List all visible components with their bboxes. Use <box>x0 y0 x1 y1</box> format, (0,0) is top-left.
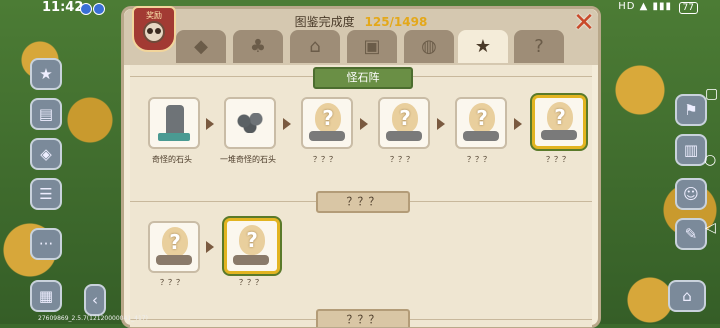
title-text: 图鉴完成度 <box>294 15 355 29</box>
collection-item-locked[interactable]: ? <box>455 97 507 149</box>
diamond-icon: ◆ <box>194 36 208 57</box>
tab-chest[interactable]: ▣ <box>347 30 397 63</box>
rocks-silhouette <box>541 130 577 140</box>
question-mark-icon: ? <box>239 225 265 255</box>
question-mark-icon: ? <box>392 103 418 133</box>
collection-item-locked[interactable]: ? <box>301 97 353 149</box>
statue-silhouette <box>233 255 269 265</box>
arrow-right-icon <box>283 118 291 130</box>
house-icon: ⌂ <box>309 36 321 57</box>
stone-base <box>158 133 190 141</box>
stone-pile-icon <box>236 113 266 133</box>
side-button-book[interactable]: ▤ <box>30 98 62 130</box>
question-mark-icon: ? <box>547 102 573 132</box>
item-caption: ？？？ <box>313 155 337 164</box>
item-caption: ？？？ <box>390 155 414 164</box>
collection-item-locked[interactable]: ? <box>378 97 430 149</box>
question-mark-icon: ? <box>315 103 341 133</box>
section-title: ？？？ <box>316 191 410 213</box>
rocks-silhouette <box>386 131 422 141</box>
question-mark-icon: ? <box>469 103 495 133</box>
reward-label: 奖励 <box>146 11 162 20</box>
page-title: 图鉴完成度 125/1498 <box>124 13 598 30</box>
build-version: 27609869_2.5.7(12120000041_417) <box>38 315 148 322</box>
star-icon: ★ <box>474 36 492 57</box>
tab-diamond[interactable]: ◆ <box>176 30 226 63</box>
arrow-right-icon <box>206 241 214 253</box>
rocks-silhouette <box>309 131 345 141</box>
tab-question[interactable]: ? <box>514 30 564 63</box>
right-button-3[interactable]: ☺ <box>675 178 707 210</box>
rocks-silhouette <box>463 131 499 141</box>
panel-header: 图鉴完成度 125/1498 奖励 ◆ ♣ ⌂ ▣ ◍ ★ ? ✕ <box>124 6 598 65</box>
owl-icon <box>143 21 165 43</box>
collection-content[interactable]: 怪石阵 奇怪的石头 一堆奇怪的石头 ? ？？？ ? ？？？ ? ？？？ ? ？？… <box>130 65 592 327</box>
side-button-scroll[interactable]: ◈ <box>30 138 62 170</box>
right-button-5[interactable]: ⌂ <box>668 280 706 312</box>
item-caption: ？？？ <box>239 278 263 287</box>
item-caption: ？？？ <box>160 278 184 287</box>
chest-icon: ▣ <box>363 36 381 57</box>
item-caption: ？？？ <box>467 155 491 164</box>
clover-icon: ♣ <box>249 36 267 57</box>
collection-item-final[interactable]: ? <box>532 95 586 149</box>
section-title: 怪石阵 <box>313 67 413 89</box>
collection-item-locked[interactable]: ? <box>148 221 200 273</box>
question-icon: ? <box>534 36 544 57</box>
recent-apps-icon[interactable]: ▢ <box>705 86 718 102</box>
right-button-1[interactable]: ⚑ <box>675 94 707 126</box>
collection-item-final[interactable]: ? <box>224 218 280 274</box>
tab-egg[interactable]: ◍ <box>404 30 454 63</box>
completion-count: 125/1498 <box>364 15 428 29</box>
item-caption: 一堆奇怪的石头 <box>220 155 276 164</box>
side-button-back[interactable]: ‹ <box>84 284 106 316</box>
arrow-right-icon <box>206 118 214 130</box>
arrow-right-icon <box>360 118 368 130</box>
right-button-2[interactable]: ▥ <box>675 134 707 166</box>
tab-clover[interactable]: ♣ <box>233 30 283 63</box>
reward-button[interactable]: 奖励 <box>132 6 176 52</box>
statue-silhouette <box>156 255 192 265</box>
egg-icon: ◍ <box>421 36 437 57</box>
collection-item[interactable] <box>224 97 276 149</box>
notification-icon <box>80 3 92 15</box>
battery-icon: 77 <box>678 2 698 14</box>
right-button-4[interactable]: ✎ <box>675 218 707 250</box>
arrow-right-icon <box>437 118 445 130</box>
question-mark-icon: ? <box>162 227 188 257</box>
side-button-more[interactable]: ··· <box>30 228 62 260</box>
arrow-right-icon <box>514 118 522 130</box>
close-button[interactable]: ✕ <box>571 10 597 37</box>
tab-star[interactable]: ★ <box>458 30 508 63</box>
side-button-star[interactable]: ★ <box>30 58 62 90</box>
signal-icon: HD ▲ ▮▮▮ <box>618 1 672 12</box>
back-icon[interactable]: ◁ <box>705 220 716 236</box>
side-button-map[interactable]: ▦ <box>30 280 62 312</box>
item-caption: 奇怪的石头 <box>152 155 192 164</box>
collection-panel: 图鉴完成度 125/1498 奖励 ◆ ♣ ⌂ ▣ ◍ ★ ? ✕ 怪石阵 奇怪… <box>121 6 601 328</box>
side-button-chat[interactable]: ☰ <box>30 178 62 210</box>
section-title: ？？？ <box>316 309 410 327</box>
clock: 11:42 <box>42 0 84 15</box>
home-icon[interactable]: ○ <box>704 152 716 168</box>
collection-item[interactable] <box>148 97 200 149</box>
notification-icon <box>93 3 105 15</box>
item-caption: ？？？ <box>546 155 570 164</box>
tab-house[interactable]: ⌂ <box>290 30 340 63</box>
